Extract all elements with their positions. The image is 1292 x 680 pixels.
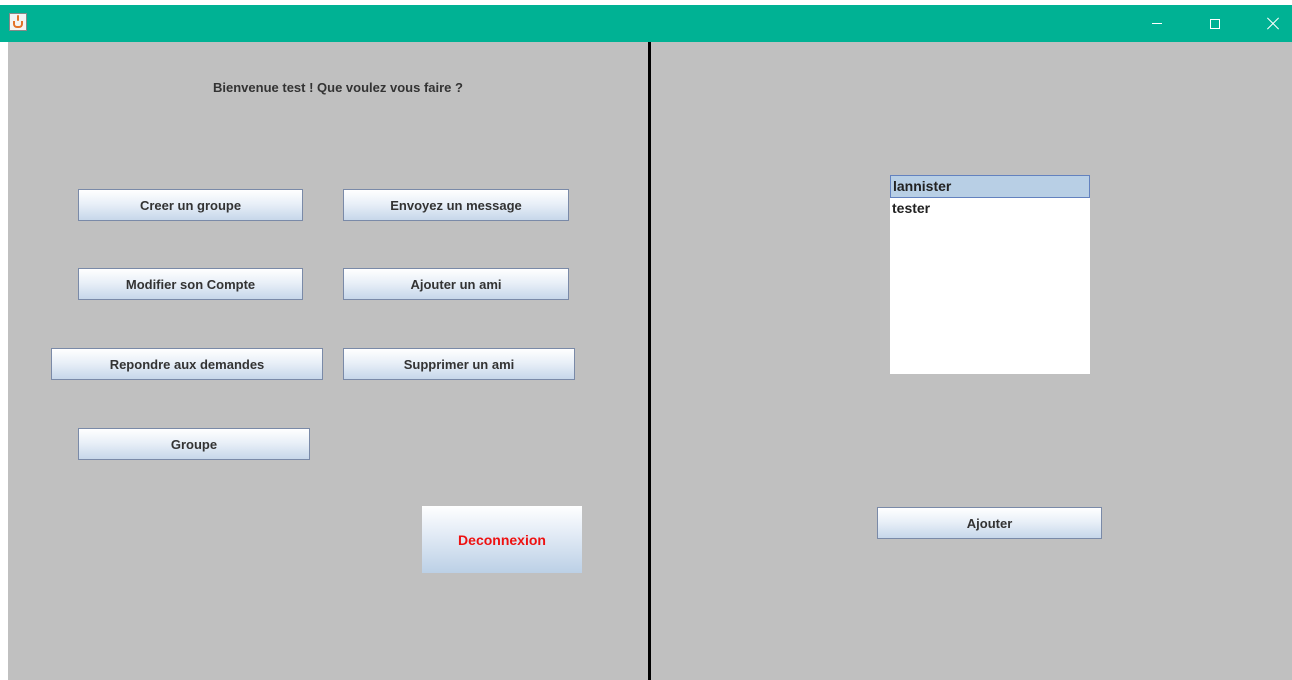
group-button[interactable]: Groupe (78, 428, 310, 460)
logout-button[interactable]: Deconnexion (422, 506, 582, 573)
friends-list[interactable]: lannister tester (890, 175, 1090, 374)
add-button[interactable]: Ajouter (877, 507, 1102, 539)
list-item[interactable]: lannister (890, 175, 1090, 198)
close-button[interactable] (1250, 5, 1292, 42)
maximize-icon (1210, 18, 1220, 29)
java-coffee-icon[interactable] (9, 13, 27, 31)
minimize-button[interactable] (1134, 5, 1180, 42)
send-message-button[interactable]: Envoyez un message (343, 189, 569, 221)
answer-requests-button[interactable]: Repondre aux demandes (51, 348, 323, 380)
welcome-label: Bienvenue test ! Que voulez vous faire ? (213, 80, 463, 95)
maximize-button[interactable] (1192, 5, 1238, 42)
minimize-icon (1152, 23, 1162, 24)
remove-friend-button[interactable]: Supprimer un ami (343, 348, 575, 380)
panel-divider (648, 42, 651, 680)
close-icon (1266, 17, 1280, 31)
list-item[interactable]: tester (890, 198, 1090, 221)
title-bar (0, 5, 1292, 42)
main-content: Bienvenue test ! Que voulez vous faire ?… (8, 42, 1292, 680)
create-group-button[interactable]: Creer un groupe (78, 189, 303, 221)
add-friend-button[interactable]: Ajouter un ami (343, 268, 569, 300)
modify-account-button[interactable]: Modifier son Compte (78, 268, 303, 300)
cup-shape (13, 21, 23, 28)
